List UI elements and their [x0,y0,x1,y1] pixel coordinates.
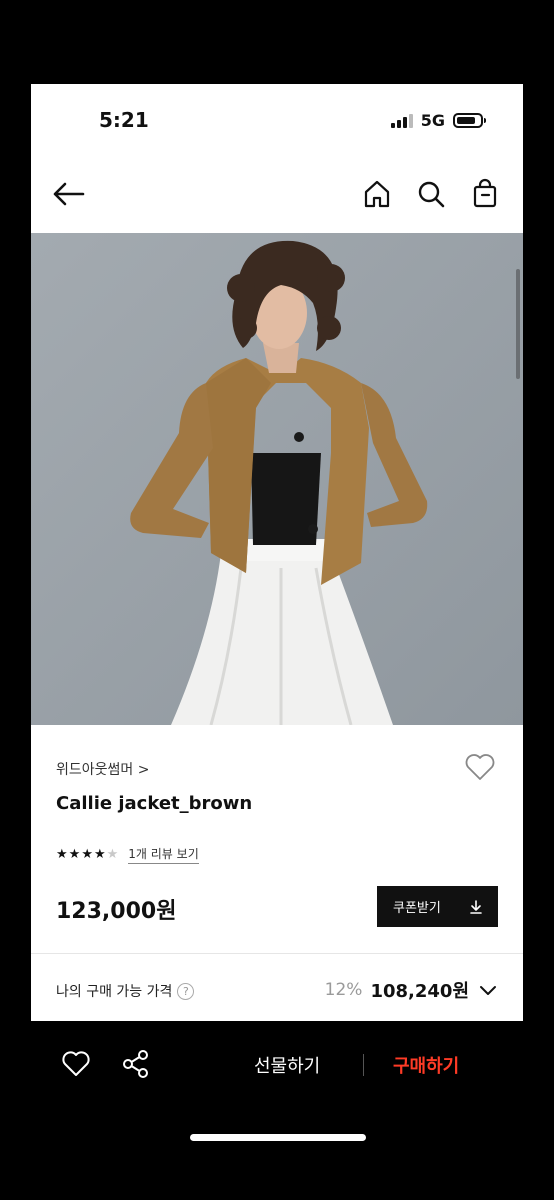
app-screen: 5:21 5G 위드아웃썸머 > Callie jacket_brown ★ ★… [31,84,523,1021]
status-indicators: 5G [390,111,486,130]
product-price: 123,000원 [56,899,177,924]
network-type: 5G [420,111,445,130]
shopping-bag-icon[interactable] [469,178,501,210]
review-link[interactable]: 1개 리뷰 보기 [128,845,199,864]
final-price: 108,240원 [370,981,469,1002]
battery-icon [453,113,486,128]
coupon-label: 쿠폰받기 [393,901,441,916]
star-icon: ★ [56,847,68,862]
back-arrow-icon[interactable] [51,178,87,210]
scrollbar[interactable] [516,269,520,379]
question-mark-icon[interactable]: ? [177,982,195,1000]
star-icon: ★ [93,847,106,862]
top-nav-bar [31,174,523,214]
chevron-down-icon [480,986,496,995]
star-empty-icon: ★ [106,847,119,862]
brand-link[interactable]: 위드아웃썸머 > [56,759,149,779]
status-bar: 5:21 5G [31,84,523,156]
my-price-label: 나의 구매 가능 가격 [56,984,173,1000]
star-icon: ★ [81,847,93,862]
rating-row: ★ ★ ★ ★ ★ 1개 리뷰 보기 [56,845,199,864]
product-photo-illustration [31,233,523,725]
coupon-button[interactable]: 쿠폰받기 [377,886,498,927]
search-icon[interactable] [415,178,447,210]
download-icon [470,899,482,914]
product-photo[interactable] [31,233,523,725]
star-icon: ★ [68,847,81,862]
home-indicator[interactable] [190,1134,366,1141]
my-price-toggle[interactable]: 12% 108,240원 [325,977,499,1003]
buy-button[interactable]: 구매하기 [393,1052,459,1078]
gift-button[interactable]: 선물하기 [254,1052,320,1078]
cellular-signal-icon [390,113,413,128]
product-name: Callie jacket_brown [56,793,253,814]
divider [31,953,523,954]
share-icon[interactable] [120,1048,152,1080]
like-heart-icon[interactable] [60,1048,92,1080]
nav-actions [361,178,501,210]
discount-rate: 12% [324,980,363,1000]
wishlist-heart-icon[interactable] [463,751,497,783]
home-icon[interactable] [361,178,393,210]
divider [363,1054,364,1076]
status-time: 5:21 [99,108,149,132]
my-price-label-row: 나의 구매 가능 가격 ? [56,981,195,1001]
star-rating: ★ ★ ★ ★ ★ [56,848,118,861]
bottom-action-bar: 선물하기 구매하기 [0,1040,554,1100]
